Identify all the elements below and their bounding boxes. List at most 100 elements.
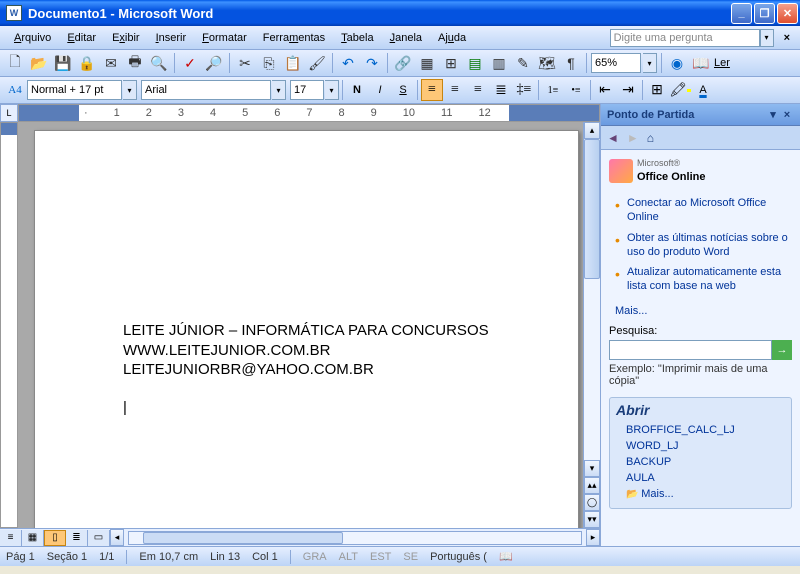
vertical-scrollbar[interactable]: ▴ ▾ ▴▴ ◯ ▾▾ [583,122,600,528]
hscroll-thumb[interactable] [143,532,343,544]
document-text-line[interactable]: LEITE JÚNIOR – INFORMÁTICA PARA CONCURSO… [123,321,490,341]
font-color-button[interactable]: A [692,79,714,101]
close-button[interactable]: ✕ [777,3,798,24]
status-ext[interactable]: EST [370,551,391,563]
decrease-indent-button[interactable]: ⇤ [594,79,616,101]
vertical-ruler[interactable] [0,122,18,528]
tables-borders-icon[interactable]: ▦ [416,52,438,74]
menu-exibir[interactable]: Exibir [104,30,148,46]
line-spacing-button[interactable]: ‡≡ [513,79,535,101]
recent-file[interactable]: BACKUP [626,454,785,470]
borders-button[interactable]: ⊞ [646,79,668,101]
menu-arquivo[interactable]: Arquivo [6,30,59,46]
permission-icon[interactable]: 🔒 [76,52,98,74]
status-trk[interactable]: ALT [339,551,358,563]
font-dropdown-icon[interactable]: ▾ [272,80,286,100]
increase-indent-button[interactable]: ⇥ [617,79,639,101]
menu-editar[interactable]: Editar [59,30,104,46]
justify-button[interactable]: ≣ [490,79,512,101]
status-ovr[interactable]: SE [403,551,418,563]
insert-table-icon[interactable]: ⊞ [440,52,462,74]
help-icon[interactable]: ◉ [666,52,688,74]
font-size-combo[interactable]: 17 [290,80,324,100]
menu-formatar[interactable]: Formatar [194,30,255,46]
read-label[interactable]: Ler [714,57,730,69]
link-connect[interactable]: Conectar ao Microsoft Office Online [615,193,792,228]
menu-inserir[interactable]: Inserir [148,30,195,46]
redo-icon[interactable]: ↷ [361,52,383,74]
new-document-icon[interactable]: 🗋 [4,52,26,74]
help-search-input[interactable]: Digite uma pergunta [610,29,760,47]
search-go-button[interactable]: → [772,340,792,360]
spelling-icon[interactable]: ✓ [179,52,201,74]
nav-forward-icon[interactable]: ► [627,131,639,145]
print-icon[interactable]: 🖶 [124,52,146,74]
search-input[interactable] [609,340,772,360]
nav-home-icon[interactable]: ⌂ [647,131,654,145]
scroll-track[interactable] [584,139,600,460]
recent-file[interactable]: BROFFICE_CALC_LJ [626,422,785,438]
document-map-icon[interactable]: 🗺 [536,52,558,74]
document-text-line[interactable]: LEITEJUNIORBR@YAHOO.COM.BR [123,360,490,380]
drawing-icon[interactable]: ✎ [512,52,534,74]
copy-icon[interactable]: ⎘ [258,52,280,74]
tab-selector[interactable]: L [0,104,18,122]
document-text-line[interactable]: WWW.LEITEJUNIOR.COM.BR [123,341,490,361]
hyperlink-icon[interactable]: 🔗 [392,52,414,74]
help-dropdown-icon[interactable]: ▾ [760,29,774,47]
task-pane-dropdown-icon[interactable]: ▾ [766,108,780,121]
paste-icon[interactable]: 📋 [282,52,304,74]
highlight-button[interactable]: 🖍 [669,79,691,101]
columns-icon[interactable]: ▥ [488,52,510,74]
hscroll-left-icon[interactable]: ◂ [110,529,124,546]
scroll-down-icon[interactable]: ▾ [584,460,600,477]
status-rec[interactable]: GRA [303,551,327,563]
align-center-button[interactable]: ≡ [444,79,466,101]
align-right-button[interactable]: ≡ [467,79,489,101]
task-pane-close-icon[interactable]: × [780,109,794,121]
recent-file[interactable]: AULA [626,470,785,486]
document-canvas[interactable]: LEITE JÚNIOR – INFORMÁTICA PARA CONCURSO… [18,122,583,528]
document-close-button[interactable]: × [780,32,794,44]
excel-icon[interactable]: ▤ [464,52,486,74]
link-update[interactable]: Atualizar automaticamente esta lista com… [615,262,792,297]
research-icon[interactable]: 🔎 [203,52,225,74]
status-language[interactable]: Português ( [430,551,487,563]
recent-file[interactable]: WORD_LJ [626,438,785,454]
web-layout-view-button[interactable]: ▦ [22,530,44,546]
save-icon[interactable]: 💾 [52,52,74,74]
font-size-dropdown-icon[interactable]: ▾ [325,80,339,100]
style-dropdown-icon[interactable]: ▾ [123,80,137,100]
bold-button[interactable]: N [346,79,368,101]
read-mode-icon[interactable]: 📖 [690,52,712,74]
outline-view-button[interactable]: ≣ [66,530,88,546]
style-combo[interactable]: Normal + 17 pt [27,80,122,100]
email-icon[interactable]: ✉ [100,52,122,74]
horizontal-scrollbar[interactable] [128,531,582,545]
show-hide-icon[interactable]: ¶ [560,52,582,74]
status-spellcheck-icon[interactable]: 📖 [499,550,513,563]
minimize-button[interactable]: _ [731,3,752,24]
menu-ajuda[interactable]: Ajuda [430,30,474,46]
open-more-link[interactable]: Mais... [626,486,785,502]
browse-prev-icon[interactable]: ▴▴ [584,477,600,494]
zoom-combo[interactable]: 65% [591,53,641,73]
link-news[interactable]: Obter as últimas notícias sobre o uso do… [615,228,792,263]
cut-icon[interactable]: ✂ [234,52,256,74]
page[interactable]: LEITE JÚNIOR – INFORMÁTICA PARA CONCURSO… [34,130,579,528]
reading-layout-view-button[interactable]: ▭ [88,530,110,546]
print-preview-icon[interactable]: 🔍 [148,52,170,74]
bullets-button[interactable]: •≡ [565,79,587,101]
select-browse-object-icon[interactable]: ◯ [584,494,600,511]
horizontal-ruler[interactable]: ·123456789101112131415· [18,104,600,122]
font-combo[interactable]: Arial [141,80,271,100]
scroll-thumb[interactable] [584,139,600,279]
more-link[interactable]: Mais... [609,305,792,317]
styles-pane-icon[interactable]: A4 [4,79,26,101]
hscroll-right-icon[interactable]: ▸ [586,529,600,546]
nav-back-icon[interactable]: ◄ [607,131,619,145]
align-left-button[interactable]: ≡ [421,79,443,101]
format-painter-icon[interactable]: 🖌 [306,52,328,74]
menu-janela[interactable]: Janela [382,30,430,46]
italic-button[interactable]: I [369,79,391,101]
